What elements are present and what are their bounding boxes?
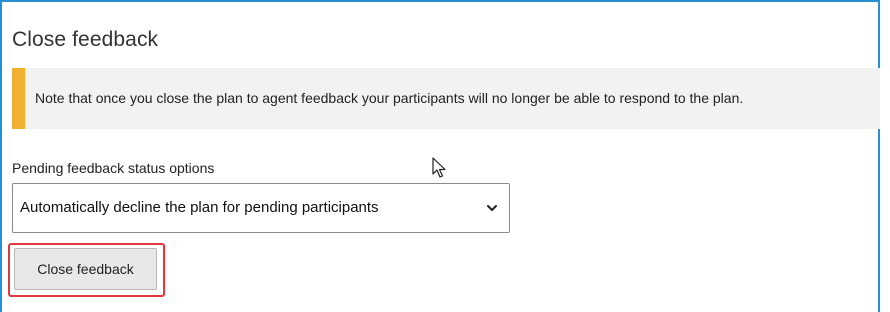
chevron-down-icon [487, 205, 497, 211]
page-title: Close feedback [12, 28, 159, 51]
warning-accent-bar [12, 68, 25, 129]
close-feedback-button[interactable]: Close feedback [14, 248, 157, 290]
status-options-select[interactable]: Automatically decline the plan for pendi… [12, 183, 510, 233]
warning-note-text: Note that once you close the plan to age… [35, 90, 744, 106]
mouse-cursor-icon [432, 157, 446, 178]
status-options-label: Pending feedback status options [12, 160, 215, 176]
status-options-selected-value: Automatically decline the plan for pendi… [20, 199, 379, 216]
warning-note: Note that once you close the plan to age… [12, 68, 880, 129]
close-feedback-panel: Close feedback Note that once you close … [0, 0, 880, 312]
